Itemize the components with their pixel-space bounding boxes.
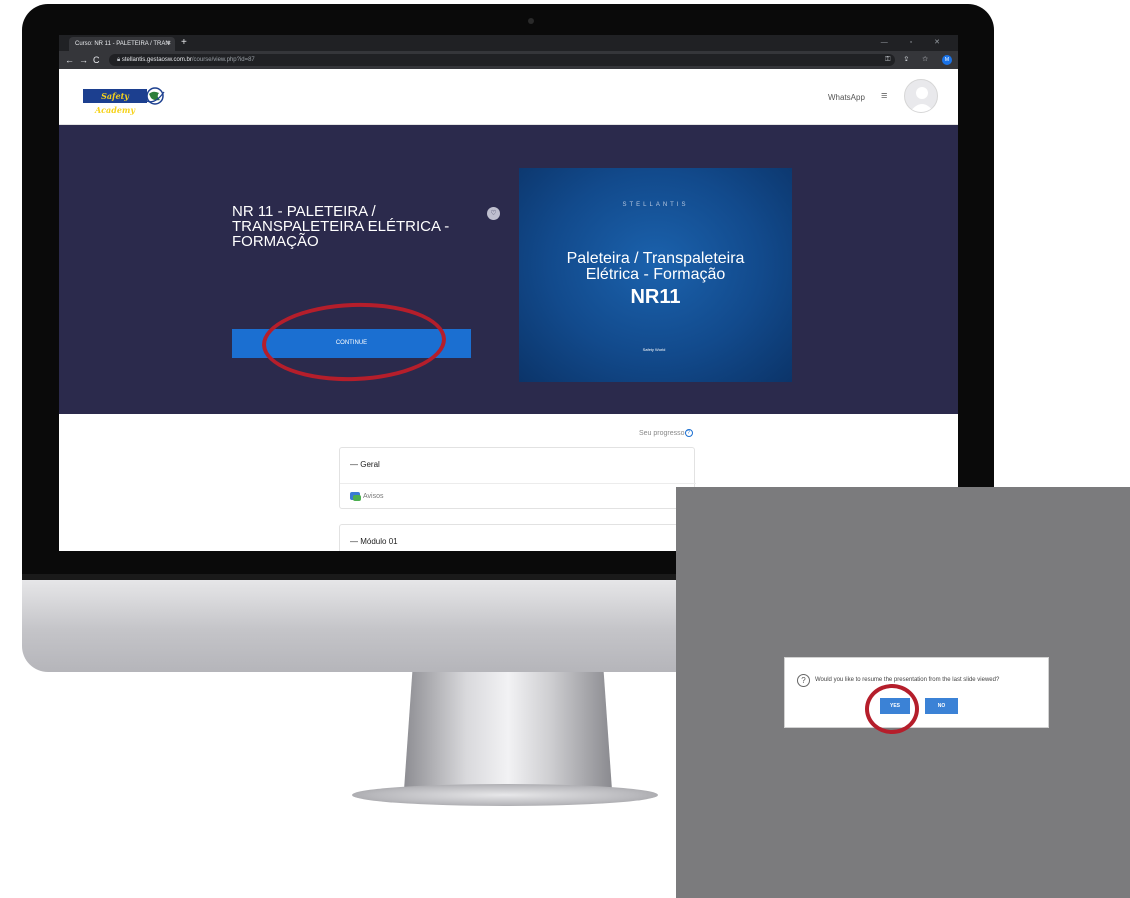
highlight-circle-yes	[865, 684, 919, 734]
browser-address-bar: ← → C 🔒︎ stellantis.gestaosw.com.br/cour…	[59, 51, 958, 69]
browser-tab-title: Curso: NR 11 - PALETEIRA / TRAN	[75, 41, 170, 47]
section-geral: — Geral Avisos	[339, 447, 696, 509]
browser-tab-strip: Curso: NR 11 - PALETEIRA / TRAN × + — ▫ …	[59, 35, 958, 51]
reload-icon[interactable]: C	[93, 51, 100, 69]
user-avatar[interactable]	[904, 79, 938, 113]
back-icon[interactable]: ←	[65, 51, 74, 69]
url-host: stellantis.gestaosw.com.br	[121, 57, 192, 63]
monitor-screen: Curso: NR 11 - PALETEIRA / TRAN × + — ▫ …	[59, 35, 958, 551]
menu-icon[interactable]: ≡	[881, 90, 887, 102]
site-logo[interactable]: Safety Academy	[83, 86, 169, 115]
section-title: Geral	[360, 460, 380, 469]
new-tab-icon[interactable]: +	[181, 36, 187, 50]
camera-dot	[528, 18, 534, 24]
composite-screenshot: Curso: NR 11 - PALETEIRA / TRAN × + — ▫ …	[0, 0, 1130, 898]
course-title: NR 11 - PALETEIRA / TRANSPALETEIRA ELÉTR…	[232, 203, 450, 250]
banner-title-line1: Paleteira / Transpaleteira	[566, 250, 745, 267]
address-bar-icons[interactable]: ⚿ ⇪ ☆	[885, 51, 934, 69]
banner-brand: STELLANTIS	[622, 202, 689, 208]
section-header[interactable]: — Geral	[350, 460, 380, 469]
no-button[interactable]: NO	[925, 698, 958, 714]
question-icon: ?	[797, 674, 810, 687]
browser-tab[interactable]: Curso: NR 11 - PALETEIRA / TRAN ×	[69, 37, 175, 51]
course-hero: NR 11 - PALETEIRA / TRANSPALETEIRA ELÉTR…	[59, 125, 958, 414]
dialog-message: Would you like to resume the presentatio…	[815, 677, 1000, 683]
forward-icon[interactable]: →	[79, 51, 88, 69]
window-controls[interactable]: — ▫ ✕	[881, 36, 950, 50]
progress-text: Seu progresso	[639, 429, 685, 437]
close-tab-icon[interactable]: ×	[167, 37, 171, 51]
monitor-stand-foot	[352, 784, 658, 806]
course-banner-image: STELLANTIS Paleteira / Transpaleteira El…	[519, 168, 792, 382]
banner-badge: Safety World	[642, 347, 666, 352]
url-field[interactable]: 🔒︎ stellantis.gestaosw.com.br/course/vie…	[109, 54, 895, 66]
site-header: Safety Academy WhatsApp ≡	[59, 69, 958, 125]
progress-label: Seu progresso?	[639, 429, 693, 437]
section-title: Módulo 01	[360, 537, 398, 546]
whatsapp-link[interactable]: WhatsApp	[828, 93, 865, 102]
globe-icon	[144, 87, 165, 105]
url-path: /course/view.php?id=87	[191, 57, 255, 63]
banner-title-line2: Elétrica - Formação	[585, 266, 726, 283]
banner-code: NR11	[630, 286, 681, 308]
profile-avatar-icon[interactable]: M	[942, 55, 952, 65]
activity-label: Avisos	[363, 492, 384, 500]
divider	[340, 483, 696, 484]
section-modulo-01: — Módulo 01	[339, 524, 695, 551]
logo-text: Safety Academy	[83, 89, 147, 115]
forum-icon	[350, 492, 361, 501]
user-silhouette-icon	[910, 87, 934, 112]
activity-avisos[interactable]: Avisos	[350, 492, 384, 501]
favorite-heart-icon[interactable]: ♡	[487, 207, 500, 220]
section-header[interactable]: — Módulo 01	[350, 537, 398, 546]
monitor-stand-neck	[404, 672, 612, 790]
help-icon[interactable]: ?	[684, 429, 693, 437]
